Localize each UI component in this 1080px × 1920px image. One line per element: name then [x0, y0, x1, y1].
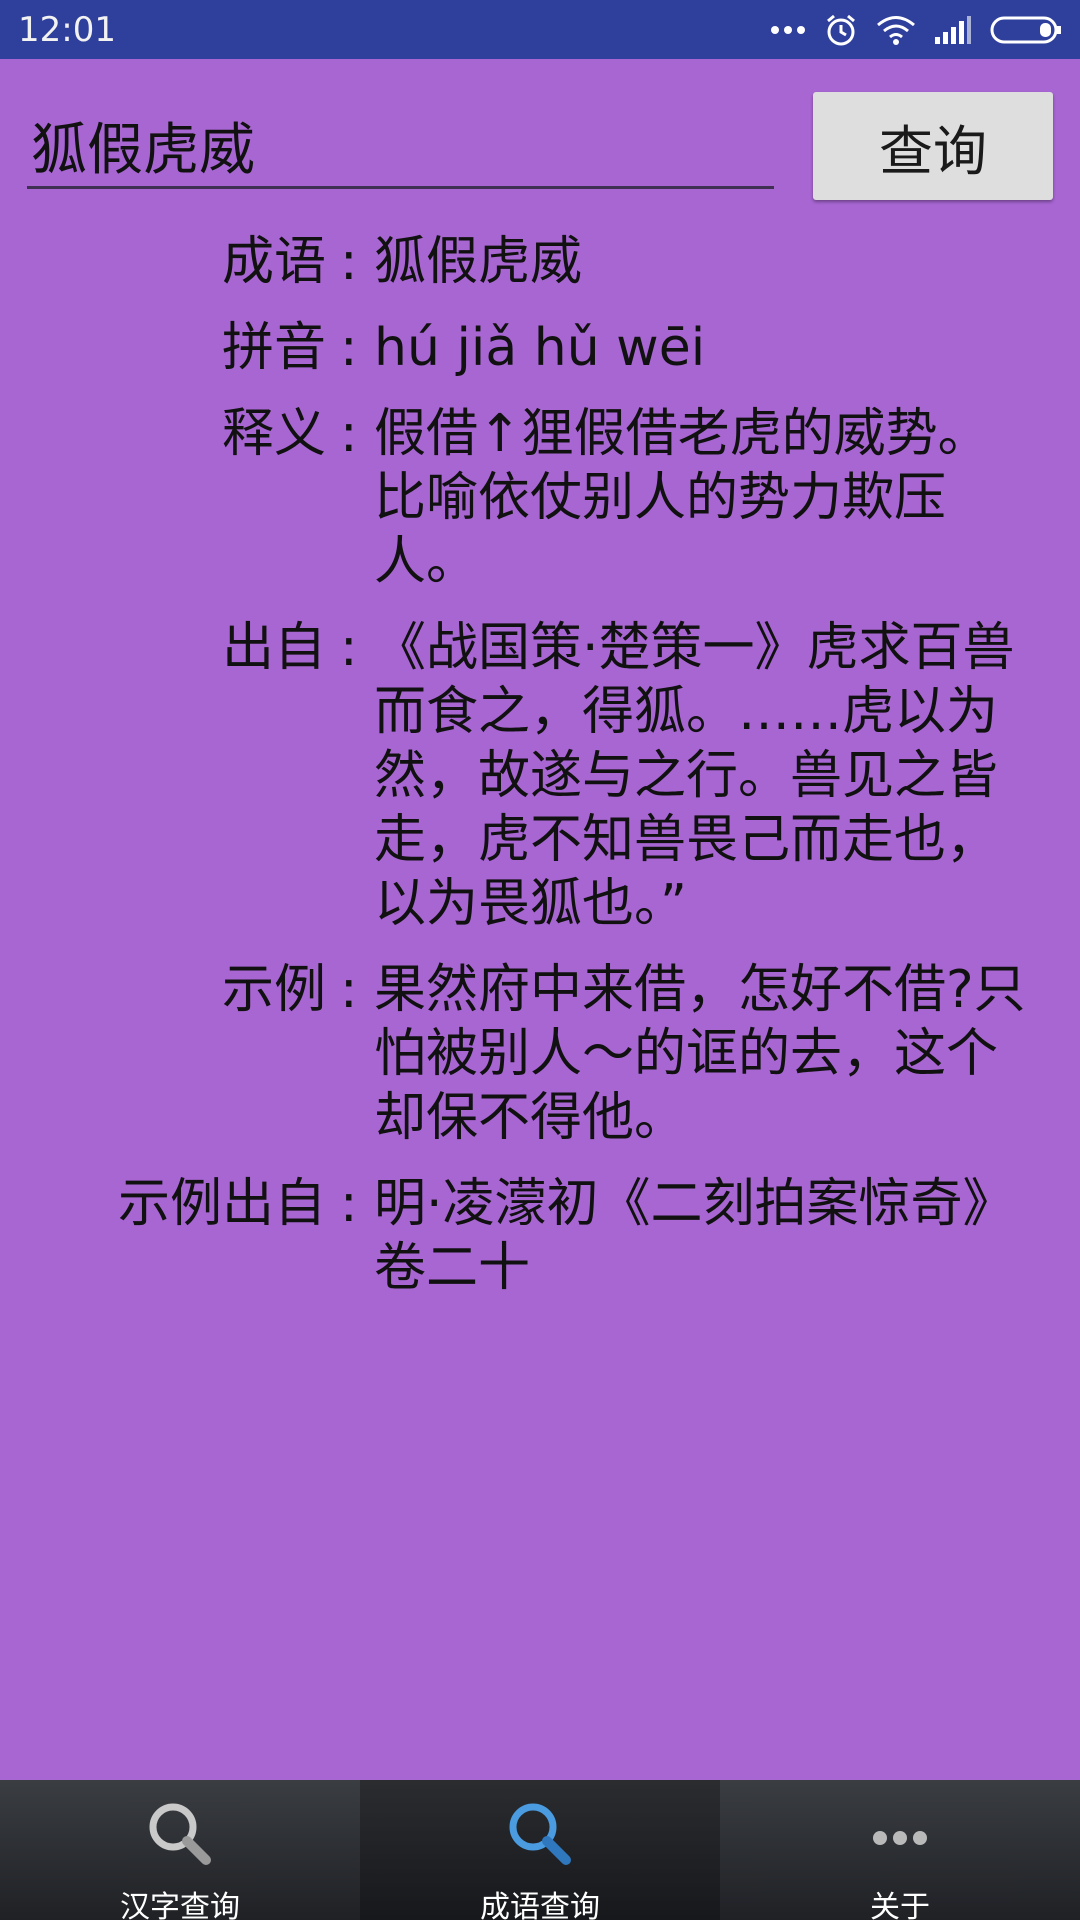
result-label: 出自	[221, 618, 326, 678]
result-colon: :	[340, 618, 358, 678]
result-value: 假借↑狸假借老虎的威势。比喻依仗别人的势力欺压人。	[374, 404, 990, 592]
search-icon	[500, 1794, 580, 1874]
result-label: 示例出自	[117, 1174, 326, 1234]
result-label: 成语	[221, 232, 326, 292]
nav-label: 关于	[870, 1890, 930, 1920]
result-colon: :	[340, 232, 358, 292]
query-button[interactable]: 查询	[813, 92, 1053, 200]
nav-label: 成语查询	[480, 1890, 600, 1920]
search-icon	[140, 1794, 220, 1874]
result-value: 果然府中来借，怎好不借?只怕被别人～的诓的去，这个却保不得他。	[374, 960, 1026, 1148]
result-colon: :	[340, 404, 358, 464]
search-input[interactable]	[27, 105, 774, 189]
result-row-source: 出自 : 《战国策·楚策一》虎求百兽而食之，得狐。……虎以为然，故遂与之行。兽见…	[0, 616, 1080, 936]
bottom-nav: 汉字查询 成语查询 关于	[0, 1780, 1080, 1920]
result-row-idiom: 成语 : 狐假虎威	[0, 230, 1080, 294]
result-row-pinyin: 拼音 : hú jiǎ hǔ wēi	[0, 316, 1080, 380]
status-bar: 12:01	[0, 0, 1080, 59]
search-row: 查询	[0, 59, 1080, 219]
result-value: hú jiǎ hǔ wēi	[374, 318, 706, 378]
nav-item-character-lookup[interactable]: 汉字查询	[0, 1780, 360, 1920]
result-row-example: 示例 : 果然府中来借，怎好不借?只怕被别人～的诓的去，这个却保不得他。	[0, 958, 1080, 1150]
more-icon	[860, 1794, 940, 1874]
signal-icon	[934, 15, 972, 45]
wifi-icon	[876, 14, 916, 46]
result-value: 《战国策·楚策一》虎求百兽而食之，得狐。……虎以为然，故遂与之行。兽见之皆走，虎…	[374, 618, 1015, 934]
result-label: 释义	[221, 404, 326, 464]
idiom-result: 成语 : 狐假虎威 拼音 : hú jiǎ hǔ wēi 释义 : 假借↑狸假借…	[0, 230, 1080, 1322]
nav-item-idiom-lookup[interactable]: 成语查询	[360, 1780, 720, 1920]
result-colon: :	[340, 1174, 358, 1234]
result-label: 示例	[221, 960, 326, 1020]
result-colon: :	[340, 318, 358, 378]
nav-item-about[interactable]: 关于	[720, 1780, 1080, 1920]
result-colon: :	[340, 960, 358, 1020]
result-row-example-source: 示例出自 : 明·凌濛初《二刻拍案惊奇》卷二十	[0, 1172, 1080, 1300]
result-row-meaning: 释义 : 假借↑狸假借老虎的威势。比喻依仗别人的势力欺压人。	[0, 402, 1080, 594]
alarm-icon	[824, 13, 858, 47]
result-value: 明·凌濛初《二刻拍案惊奇》卷二十	[374, 1174, 1015, 1298]
battery-icon	[990, 15, 1062, 45]
status-icons	[770, 13, 1062, 47]
result-value: 狐假虎威	[374, 232, 583, 292]
result-label: 拼音	[221, 318, 326, 378]
nav-label: 汉字查询	[120, 1890, 240, 1920]
more-dots-icon	[770, 24, 806, 36]
status-time: 12:01	[18, 9, 116, 50]
